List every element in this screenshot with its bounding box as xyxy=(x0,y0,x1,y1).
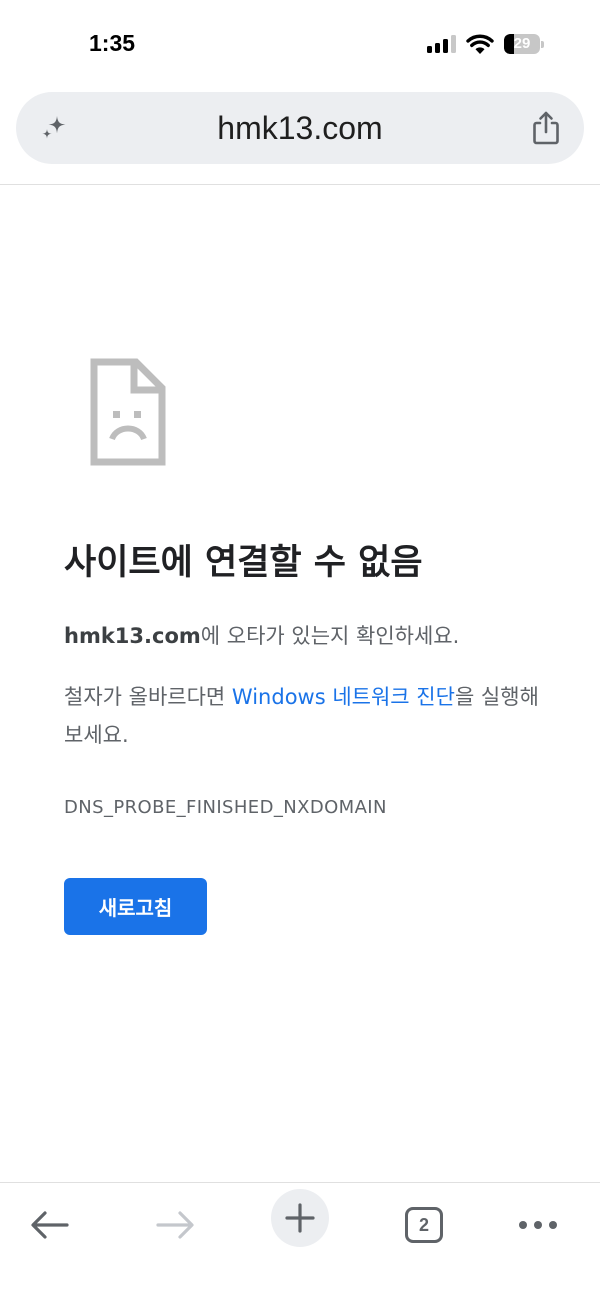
error-title: 사이트에 연결할 수 없음 xyxy=(64,543,423,583)
forward-button[interactable] xyxy=(140,1190,210,1260)
back-arrow-icon xyxy=(31,1211,69,1239)
status-icons: 29 xyxy=(427,32,544,56)
status-bar: 1:35 29 xyxy=(0,0,600,88)
diagnostics-hint: 철자가 올바르다면 Windows 네트워크 진단을 실행해 보세요. xyxy=(64,678,544,754)
sparkle-icon[interactable] xyxy=(38,112,70,144)
typo-hint-text: 에 오타가 있는지 확인하세요. xyxy=(200,624,460,648)
tab-count: 2 xyxy=(405,1207,443,1243)
share-icon[interactable] xyxy=(530,110,562,146)
plus-icon xyxy=(285,1203,315,1233)
address-bar[interactable]: hmk13.com xyxy=(16,92,584,164)
diagnostics-prefix: 철자가 올바르다면 xyxy=(64,685,232,709)
cellular-signal-icon xyxy=(427,35,456,53)
browser-screen: 1:35 29 hmk13.com 사이트에 연결할 수 없음 hmk13.co… xyxy=(0,0,600,1299)
back-button[interactable] xyxy=(15,1190,85,1260)
more-dots-icon xyxy=(519,1221,557,1229)
new-tab-button[interactable] xyxy=(271,1189,329,1247)
bottom-divider xyxy=(0,1182,600,1183)
reload-button[interactable]: 새로고침 xyxy=(64,878,207,935)
error-code: DNS_PROBE_FINISHED_NXDOMAIN xyxy=(64,797,387,818)
tab-switcher-button[interactable]: 2 xyxy=(389,1190,459,1260)
wifi-icon xyxy=(466,34,494,54)
bottom-toolbar: 2 xyxy=(0,1182,600,1299)
typo-hint: hmk13.com에 오타가 있는지 확인하세요. xyxy=(64,617,544,655)
forward-arrow-icon xyxy=(156,1211,194,1239)
battery-icon: 29 xyxy=(504,33,544,55)
domain-name: hmk13.com xyxy=(64,624,201,648)
url-text[interactable]: hmk13.com xyxy=(106,92,494,164)
more-menu-button[interactable] xyxy=(503,1190,573,1260)
sad-document-icon xyxy=(90,358,166,466)
battery-level: 29 xyxy=(513,35,531,52)
network-diagnostics-link[interactable]: Windows 네트워크 진단 xyxy=(232,685,455,709)
status-time: 1:35 xyxy=(89,30,136,56)
toolbar-divider xyxy=(0,184,600,185)
